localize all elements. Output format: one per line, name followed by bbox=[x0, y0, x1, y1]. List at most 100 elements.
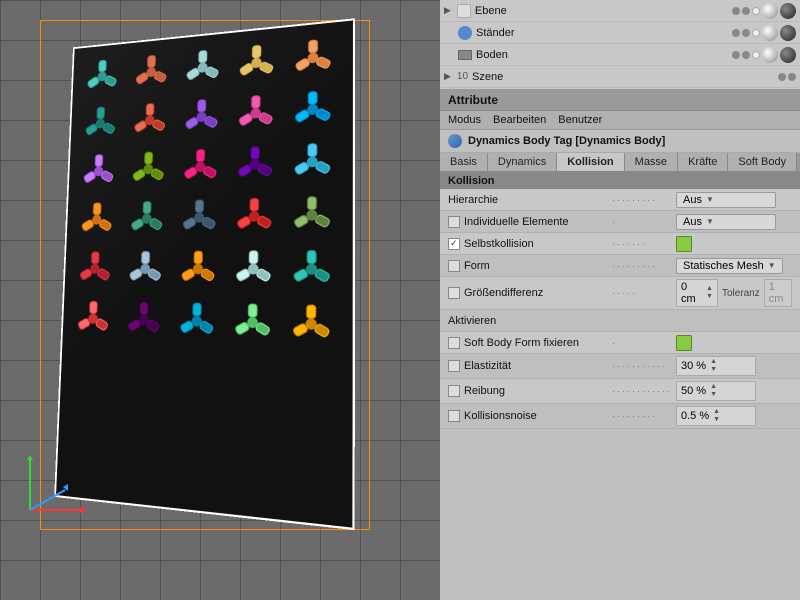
menu-benutzer[interactable]: Benutzer bbox=[558, 114, 602, 126]
form-dropdown[interactable]: Statisches Mesh ▼ bbox=[676, 258, 783, 274]
dot1 bbox=[778, 73, 786, 81]
sphere2 bbox=[780, 25, 796, 41]
tab-masse[interactable]: Masse bbox=[625, 153, 678, 171]
elastizitat-text: Elastizität bbox=[464, 360, 511, 372]
dot1 bbox=[732, 29, 740, 37]
stepper-up[interactable]: ▲ bbox=[706, 285, 713, 293]
menu-modus[interactable]: Modus bbox=[448, 114, 481, 126]
y-shape-22 bbox=[176, 247, 219, 291]
elastizitat-input[interactable]: 30 % ▲ ▼ bbox=[676, 356, 756, 376]
properties: Kollision Hierarchie ········· Aus ▼ bbox=[440, 173, 800, 600]
expand-icon-szene[interactable]: ▶ bbox=[444, 71, 451, 82]
y-shape-26 bbox=[123, 298, 165, 342]
hierarchie-arrow: ▼ bbox=[706, 195, 714, 204]
prop-label-elastizitat: Elastizität bbox=[448, 360, 608, 372]
y-shape-21 bbox=[124, 247, 166, 290]
checkbox-reibung[interactable] bbox=[448, 385, 460, 397]
reibung-stepper[interactable]: ▲ ▼ bbox=[710, 383, 717, 399]
panel-3d bbox=[54, 18, 355, 530]
boden-label: Boden bbox=[476, 49, 728, 61]
y-shape-8 bbox=[234, 90, 278, 136]
noise-input[interactable]: 0.5 % ▲ ▼ bbox=[676, 406, 756, 426]
y-shape-3 bbox=[235, 40, 279, 86]
selbst-text: Selbstkollision bbox=[464, 238, 534, 250]
y-shape-6 bbox=[129, 98, 170, 142]
groesse-stepper[interactable]: ▲ ▼ bbox=[706, 285, 713, 301]
tag-header: Dynamics Body Tag [Dynamics Body] bbox=[440, 130, 800, 153]
tab-softbody[interactable]: Soft Body bbox=[728, 153, 797, 171]
elastizitat-stepper[interactable]: ▲ ▼ bbox=[710, 358, 717, 374]
stepper-down[interactable]: ▼ bbox=[706, 293, 713, 301]
right-panel: ▶ Ebene Ständer bbox=[440, 0, 800, 600]
noise-stepper[interactable]: ▲ ▼ bbox=[713, 408, 720, 424]
hierarchie-value: Aus bbox=[683, 194, 702, 206]
stepper-down[interactable]: ▼ bbox=[710, 366, 717, 374]
y-shape-19 bbox=[289, 192, 336, 238]
tab-kraefte[interactable]: Kräfte bbox=[678, 153, 728, 171]
groesse-input[interactable]: 0 cm ▲ ▼ bbox=[676, 279, 718, 307]
menu-bearbeiten[interactable]: Bearbeiten bbox=[493, 114, 546, 126]
tab-dynamics[interactable]: Dynamics bbox=[488, 153, 557, 171]
checkbox-selbst[interactable] bbox=[448, 238, 460, 250]
softbody-fix-check bbox=[676, 335, 692, 351]
y-shape-7 bbox=[180, 94, 223, 139]
y-shape-18 bbox=[232, 194, 277, 239]
reibung-value: 50 % bbox=[681, 385, 706, 397]
stepper-down[interactable]: ▼ bbox=[713, 416, 720, 424]
y-shape-10 bbox=[79, 150, 119, 192]
list-item-szene[interactable]: ▶ 10 Szene bbox=[440, 66, 800, 88]
individuelle-dropdown[interactable]: Aus ▼ bbox=[676, 214, 776, 230]
checkbox-form[interactable] bbox=[448, 260, 460, 272]
prop-label-individuelle: Individuelle Elemente bbox=[448, 216, 608, 228]
list-item-ebene[interactable]: ▶ Ebene bbox=[440, 0, 800, 22]
individuelle-text: Individuelle Elemente bbox=[464, 216, 569, 228]
viewport[interactable] bbox=[0, 0, 440, 600]
y-shape-0 bbox=[83, 55, 122, 98]
stepper-up[interactable]: ▲ bbox=[710, 358, 717, 366]
boden-dots bbox=[732, 47, 796, 63]
groesse-dots: ····· bbox=[612, 288, 672, 298]
expand-icon-ebene[interactable]: ▶ bbox=[444, 5, 451, 16]
tab-kollision[interactable]: Kollision bbox=[557, 153, 624, 171]
checkbox-elastizitat[interactable] bbox=[448, 360, 460, 372]
hierarchie-dropdown[interactable]: Aus ▼ bbox=[676, 192, 776, 208]
dot3 bbox=[752, 7, 760, 15]
y-shape-11 bbox=[128, 147, 169, 190]
menu-bar: Modus Bearbeiten Benutzer bbox=[440, 111, 800, 130]
elastizitat-value: 30 % bbox=[681, 360, 706, 372]
szene-number: 10 bbox=[457, 71, 468, 82]
prop-label-form: Form bbox=[448, 260, 608, 272]
selbst-check bbox=[676, 236, 692, 252]
prop-aktivieren: Aktivieren bbox=[440, 310, 800, 332]
form-arrow: ▼ bbox=[768, 261, 776, 270]
stepper-up[interactable]: ▲ bbox=[710, 383, 717, 391]
szene-dots bbox=[778, 73, 796, 81]
prop-label-hierarchie: Hierarchie bbox=[448, 194, 608, 206]
checkbox-individuelle[interactable] bbox=[448, 216, 460, 228]
prop-label-noise: Kollisionsnoise bbox=[448, 410, 608, 422]
individuelle-value: Aus bbox=[683, 216, 702, 228]
checkbox-groesse[interactable] bbox=[448, 287, 460, 299]
stepper-up[interactable]: ▲ bbox=[713, 408, 720, 416]
tag-icon bbox=[448, 134, 462, 148]
list-item-stander[interactable]: Ständer bbox=[440, 22, 800, 44]
stander-icon bbox=[458, 26, 472, 40]
y-shape-28 bbox=[230, 300, 276, 347]
dot1 bbox=[732, 7, 740, 15]
prop-reibung: Reibung ············ 50 % ▲ ▼ bbox=[440, 379, 800, 404]
checkbox-softbody-fix[interactable] bbox=[448, 337, 460, 349]
y-shape-2 bbox=[182, 45, 224, 90]
prop-hierarchie: Hierarchie ········· Aus ▼ bbox=[440, 189, 800, 211]
dot2 bbox=[742, 51, 750, 59]
prop-label-groesse: Größendifferenz bbox=[448, 287, 608, 299]
reibung-input[interactable]: 50 % ▲ ▼ bbox=[676, 381, 756, 401]
tab-basis[interactable]: Basis bbox=[440, 153, 488, 171]
dot2 bbox=[742, 7, 750, 15]
softbody-fix-dots: · bbox=[612, 338, 672, 348]
y-shape-12 bbox=[179, 144, 222, 188]
list-item-boden[interactable]: Boden bbox=[440, 44, 800, 66]
checkbox-noise[interactable] bbox=[448, 410, 460, 422]
y-shape-29 bbox=[288, 300, 336, 348]
stepper-down[interactable]: ▼ bbox=[710, 391, 717, 399]
section-kollision: Kollision bbox=[440, 173, 800, 189]
